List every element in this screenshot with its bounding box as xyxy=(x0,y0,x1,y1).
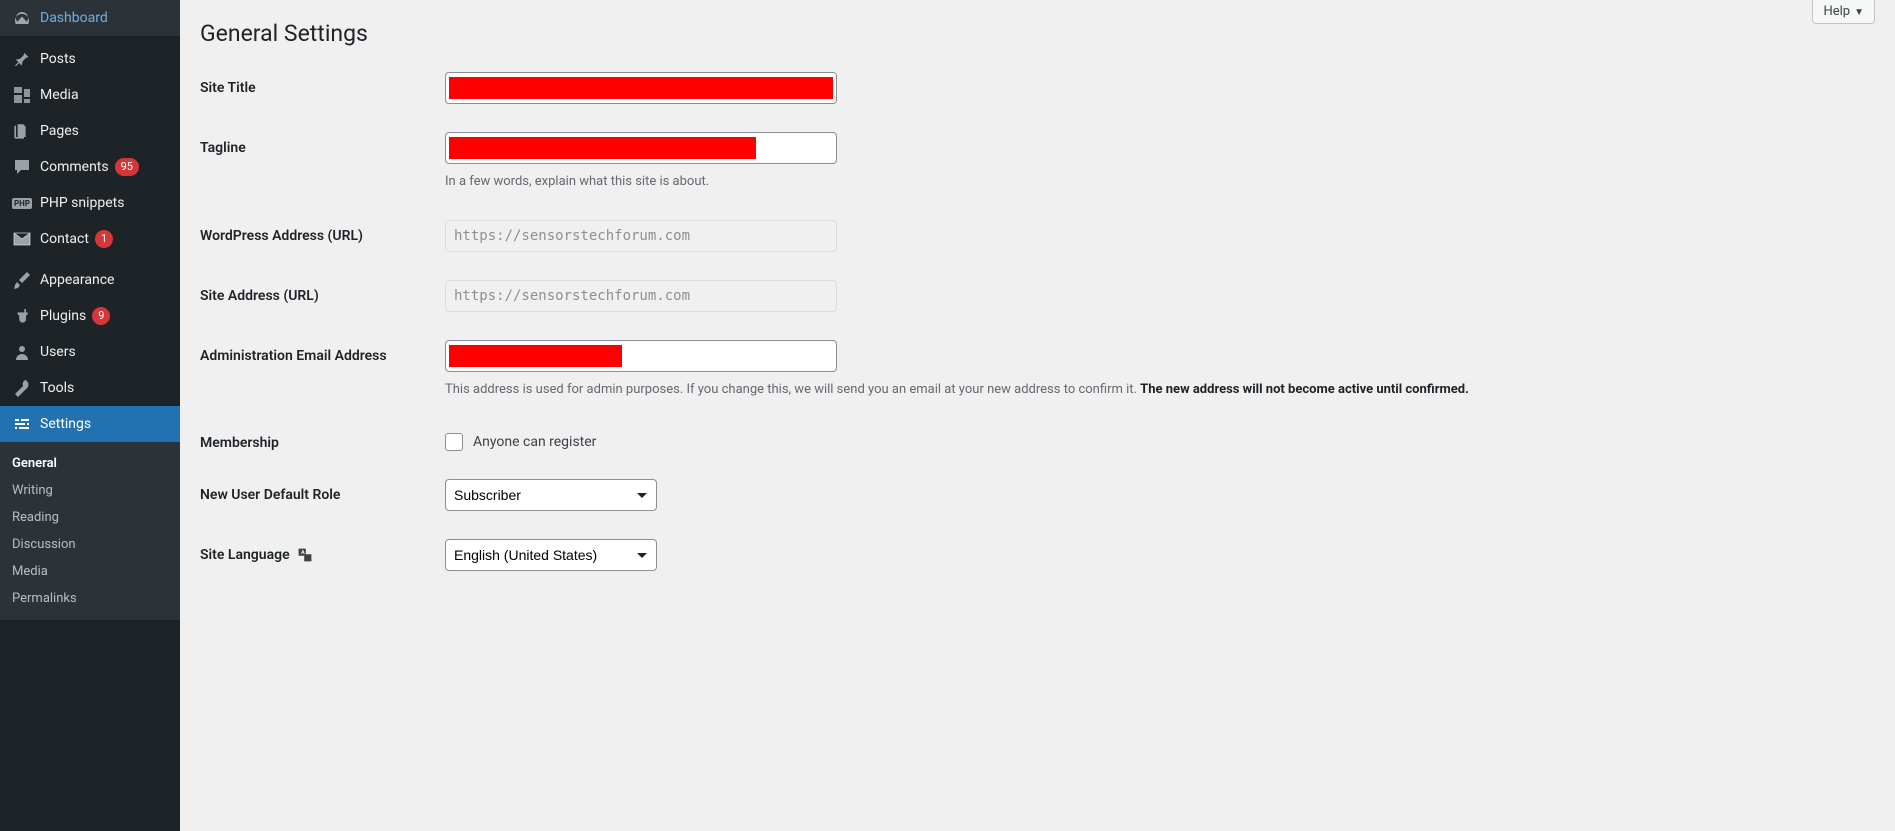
site-title-input[interactable] xyxy=(445,72,837,104)
sidebar-item-label: Media xyxy=(40,87,79,103)
admin-email-input[interactable] xyxy=(445,340,837,372)
php-icon: PHP xyxy=(12,193,32,213)
submenu-item-permalinks[interactable]: Permalinks xyxy=(0,585,180,612)
site-address-label: Site Address (URL) xyxy=(200,280,445,304)
sidebar-item-php-snippets[interactable]: PHP PHP snippets xyxy=(0,185,180,221)
membership-label: Membership xyxy=(200,427,445,451)
page-title: General Settings xyxy=(200,20,1875,47)
wp-address-label: WordPress Address (URL) xyxy=(200,220,445,244)
membership-checkbox[interactable] xyxy=(445,433,463,451)
sidebar-item-label: Comments xyxy=(40,159,109,175)
plugin-icon xyxy=(12,306,32,326)
site-language-select[interactable]: English (United States) xyxy=(445,539,657,571)
sidebar-item-comments[interactable]: Comments 95 xyxy=(0,149,180,185)
default-role-label: New User Default Role xyxy=(200,479,445,503)
sidebar-item-label: Tools xyxy=(40,380,74,396)
sidebar-item-appearance[interactable]: Appearance xyxy=(0,262,180,298)
sidebar-item-label: Plugins xyxy=(40,308,86,324)
default-role-select[interactable]: Subscriber xyxy=(445,479,657,511)
plugins-badge: 9 xyxy=(92,307,110,324)
comments-badge: 95 xyxy=(115,158,139,175)
help-tab[interactable]: Help ▼ xyxy=(1812,0,1875,24)
sidebar-item-media[interactable]: Media xyxy=(0,77,180,113)
dashboard-icon xyxy=(12,8,32,28)
sliders-icon xyxy=(12,414,32,434)
sidebar-item-users[interactable]: Users xyxy=(0,334,180,370)
tagline-label: Tagline xyxy=(200,132,445,156)
tagline-description: In a few words, explain what this site i… xyxy=(445,172,1545,192)
admin-email-description: This address is used for admin purposes.… xyxy=(445,380,1545,400)
sidebar-item-label: Users xyxy=(40,344,76,360)
sidebar-item-contact[interactable]: Contact 1 xyxy=(0,221,180,257)
submenu-item-reading[interactable]: Reading xyxy=(0,504,180,531)
sidebar-item-label: PHP snippets xyxy=(40,195,124,211)
membership-checkbox-label: Anyone can register xyxy=(473,434,596,450)
submenu-item-media[interactable]: Media xyxy=(0,558,180,585)
comment-icon xyxy=(12,157,32,177)
user-icon xyxy=(12,342,32,362)
sidebar-item-dashboard[interactable]: Dashboard xyxy=(0,0,180,36)
admin-email-label: Administration Email Address xyxy=(200,340,445,364)
main-content: Help ▼ General Settings Site Title Taglin… xyxy=(180,0,1895,831)
pages-icon xyxy=(12,121,32,141)
media-icon xyxy=(12,85,32,105)
sidebar-item-label: Contact xyxy=(40,231,89,247)
sidebar-item-tools[interactable]: Tools xyxy=(0,370,180,406)
admin-sidebar: Dashboard Posts Media Pages Comments 95 … xyxy=(0,0,180,831)
svg-text:A: A xyxy=(301,550,305,556)
sidebar-item-label: Pages xyxy=(40,123,79,139)
wrench-icon xyxy=(12,378,32,398)
mail-icon xyxy=(12,229,32,249)
submenu-item-general[interactable]: General xyxy=(0,450,180,477)
chevron-down-icon: ▼ xyxy=(1854,7,1864,18)
tagline-input[interactable] xyxy=(445,132,837,164)
site-language-label: Site Language A xyxy=(200,539,445,563)
sidebar-item-label: Posts xyxy=(40,51,76,67)
wp-address-input xyxy=(445,220,837,252)
sidebar-item-label: Settings xyxy=(40,416,91,432)
contact-badge: 1 xyxy=(95,230,113,247)
sidebar-item-plugins[interactable]: Plugins 9 xyxy=(0,298,180,334)
brush-icon xyxy=(12,270,32,290)
pin-icon xyxy=(12,49,32,69)
sidebar-item-label: Dashboard xyxy=(40,10,108,26)
site-title-label: Site Title xyxy=(200,72,445,96)
sidebar-item-pages[interactable]: Pages xyxy=(0,113,180,149)
sidebar-item-settings[interactable]: Settings xyxy=(0,406,180,442)
submenu-item-discussion[interactable]: Discussion xyxy=(0,531,180,558)
translate-icon: A xyxy=(297,547,313,563)
sidebar-item-label: Appearance xyxy=(40,272,114,288)
submenu-item-writing[interactable]: Writing xyxy=(0,477,180,504)
sidebar-item-posts[interactable]: Posts xyxy=(0,41,180,77)
site-address-input xyxy=(445,280,837,312)
help-label: Help xyxy=(1823,4,1850,19)
settings-submenu: General Writing Reading Discussion Media… xyxy=(0,442,180,620)
